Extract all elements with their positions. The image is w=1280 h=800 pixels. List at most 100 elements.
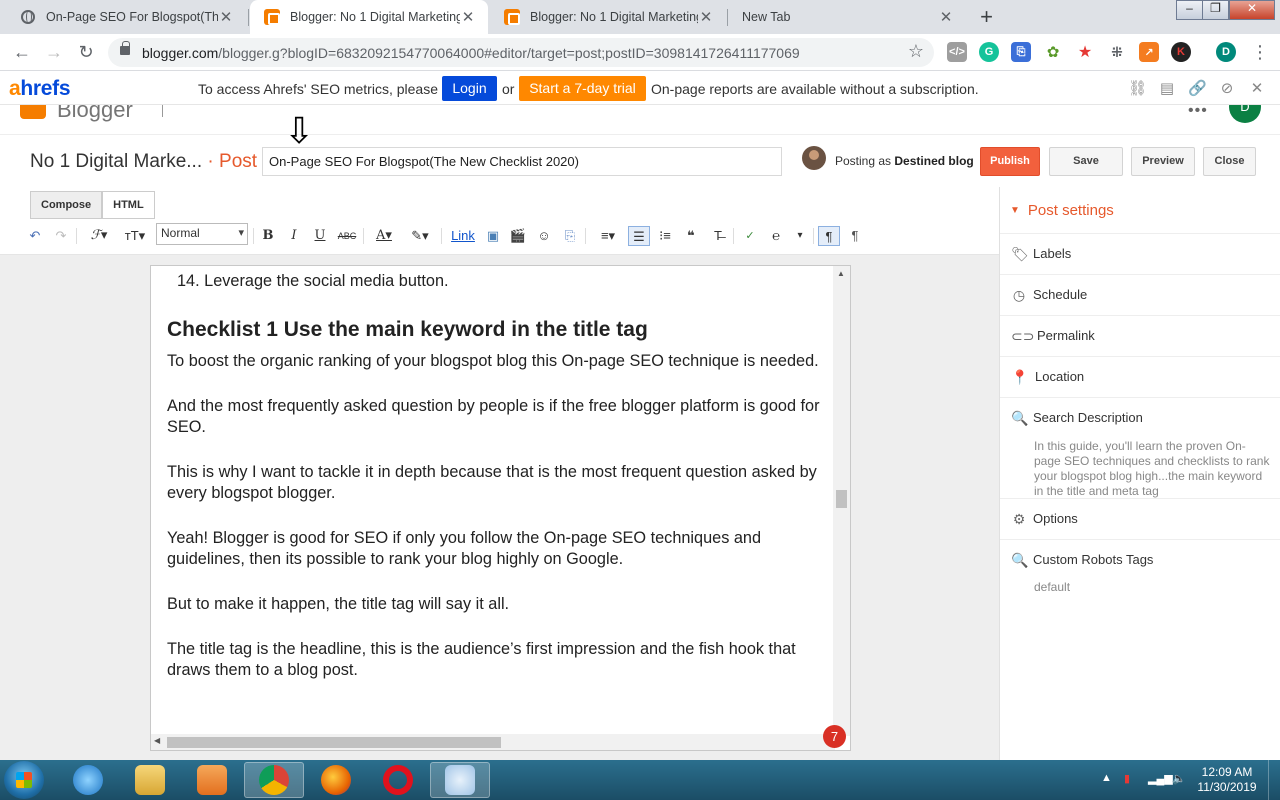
link-broken-icon[interactable]: ⛓ xyxy=(1128,80,1147,98)
account-avatar[interactable]: D xyxy=(1229,105,1261,123)
ahrefs-trial-button[interactable]: Start a 7-day trial xyxy=(519,76,646,101)
sidebar-item-options[interactable]: ⚙ Options xyxy=(1000,498,1280,539)
firefox-icon[interactable] xyxy=(306,762,366,798)
browser-tab-4[interactable]: New Tab ✕ xyxy=(728,0,966,34)
sidebar-item-search-description[interactable]: 🔍 Search Description In this guide, you'… xyxy=(1000,397,1280,498)
new-tab-plus-icon[interactable]: + xyxy=(974,5,999,30)
save-button[interactable]: Save xyxy=(1049,147,1123,176)
remove-formatting-icon[interactable]: T̶ xyxy=(708,226,728,246)
format-select[interactable]: Normal xyxy=(156,223,248,245)
close-icon[interactable]: ✕ xyxy=(1248,80,1266,98)
sidebar-item-location[interactable]: 📍 Location xyxy=(1000,356,1280,397)
quote-icon[interactable]: ❝ xyxy=(682,226,700,246)
grammarly-extension-icon[interactable]: G xyxy=(979,42,999,62)
input-tools-icon[interactable]: ℮ xyxy=(766,226,786,246)
star-extension-icon[interactable]: ★ xyxy=(1075,42,1095,62)
chart-extension-icon[interactable]: ↗ xyxy=(1139,42,1159,62)
underline-icon[interactable]: U xyxy=(312,226,328,246)
scroll-up-icon[interactable]: ▲ xyxy=(837,269,845,278)
bullet-list-icon[interactable]: ⁝≡ xyxy=(656,226,674,246)
undo-icon[interactable]: ↶ xyxy=(26,226,44,246)
ahrefs-login-button[interactable]: Login xyxy=(442,76,497,101)
italic-icon[interactable]: I xyxy=(286,226,302,246)
insert-video-icon[interactable]: 🎬 xyxy=(509,226,527,246)
text-color-icon[interactable]: A▾ xyxy=(370,226,398,246)
browser-tab-2-active[interactable]: Blogger: No 1 Digital Marketing ✕ xyxy=(250,0,488,34)
opera-icon[interactable] xyxy=(368,762,428,798)
extension-icon[interactable]: ⎘ xyxy=(1011,42,1031,62)
code-extension-icon[interactable]: </> xyxy=(947,42,967,62)
internet-explorer-icon[interactable] xyxy=(58,762,118,798)
system-clock[interactable]: 12:09 AM 11/30/2019 xyxy=(1196,765,1258,795)
horizontal-scrollbar[interactable]: ◀ ▶ xyxy=(151,734,835,750)
close-tab-icon[interactable]: ✕ xyxy=(218,8,234,26)
profile-avatar[interactable]: D xyxy=(1216,42,1236,62)
close-button[interactable]: Close xyxy=(1203,147,1256,176)
more-chevron-down-icon[interactable]: ▾ xyxy=(792,226,808,246)
tab-compose[interactable]: Compose xyxy=(30,191,103,219)
start-menu-icon[interactable] xyxy=(4,761,44,799)
post-settings-header[interactable]: ▼ Post settings xyxy=(1010,202,1114,219)
font-family-icon[interactable]: ℱ▾ xyxy=(84,226,114,246)
post-editor[interactable]: 14. Leverage the social media button. Ch… xyxy=(150,265,851,751)
page-report-icon[interactable]: ▤ xyxy=(1158,80,1176,98)
numbered-list-icon[interactable]: ☰ xyxy=(628,226,650,246)
insert-image-icon[interactable]: ▣ xyxy=(483,226,503,246)
minimize-window-icon[interactable]: – xyxy=(1176,0,1203,20)
blogger-logo-icon[interactable] xyxy=(20,105,46,119)
post-body[interactable]: 14. Leverage the social media button. Ch… xyxy=(167,266,827,681)
apps-grid-icon[interactable]: ••• xyxy=(1188,105,1208,120)
gear-extension-icon[interactable]: ✿ xyxy=(1043,42,1063,62)
close-window-icon[interactable]: ✕ xyxy=(1229,0,1275,20)
file-explorer-icon[interactable] xyxy=(120,762,180,798)
sidebar-item-custom-robots-tags[interactable]: 🔍 Custom Robots Tags default xyxy=(1000,539,1280,599)
reload-icon[interactable]: ↻ xyxy=(75,42,97,64)
browser-tab-1[interactable]: On-Page SEO For Blogspot(The N ✕ xyxy=(6,0,246,34)
post-title-input[interactable]: On-Page SEO For Blogspot(The New Checkli… xyxy=(262,147,782,176)
preview-button[interactable]: Preview xyxy=(1131,147,1195,176)
grid-extension-icon[interactable]: ⁜ xyxy=(1107,42,1127,62)
chrome-icon[interactable] xyxy=(244,762,304,798)
close-tab-icon[interactable]: ✕ xyxy=(938,8,954,26)
strikethrough-icon[interactable]: ABC xyxy=(336,226,358,246)
back-arrow-icon[interactable]: ← xyxy=(11,42,33,64)
horizontal-scroll-thumb[interactable] xyxy=(167,737,501,748)
k-extension-icon[interactable]: K xyxy=(1171,42,1191,62)
tray-app-icon[interactable]: ▮ xyxy=(1124,772,1130,785)
scroll-left-icon[interactable]: ◀ xyxy=(154,736,160,745)
sidebar-item-schedule[interactable]: ◷ Schedule xyxy=(1000,274,1280,315)
menu-dots-icon[interactable]: ⋮ xyxy=(1249,42,1271,64)
bookmark-star-icon[interactable]: ☆ xyxy=(908,41,924,62)
tab-html[interactable]: HTML xyxy=(102,191,155,219)
spellcheck-icon[interactable]: ✓ xyxy=(740,226,760,246)
align-icon[interactable]: ≡▾ xyxy=(593,226,623,246)
font-size-icon[interactable]: тT▾ xyxy=(120,226,150,246)
close-tab-icon[interactable]: ✕ xyxy=(460,8,476,26)
url-omnibox[interactable]: blogger.com/blogger.g?blogID=68320921547… xyxy=(108,38,934,67)
maximize-window-icon[interactable]: ❐ xyxy=(1202,0,1229,20)
volume-muted-icon[interactable]: 🔈 xyxy=(1172,772,1186,785)
media-player-icon[interactable] xyxy=(182,762,242,798)
jump-break-icon[interactable]: ⎘ xyxy=(561,226,579,246)
link-icon[interactable]: 🔗 xyxy=(1188,80,1207,98)
publish-button[interactable]: Publish xyxy=(980,147,1040,176)
rtl-direction-icon[interactable]: ¶ xyxy=(846,226,864,246)
network-signal-icon[interactable]: ▂▄▆ xyxy=(1148,772,1173,785)
highlight-color-icon[interactable]: ✎▾ xyxy=(406,226,434,246)
search-description-text[interactable]: In this guide, you'll learn the proven O… xyxy=(1034,439,1270,499)
browser-tab-3[interactable]: Blogger: No 1 Digital Marketing ✕ xyxy=(490,0,726,34)
blog-name-breadcrumb[interactable]: No 1 Digital Marke... · Post xyxy=(30,151,257,173)
vertical-scrollbar[interactable]: ▲ ▼ xyxy=(833,266,850,738)
paint-icon[interactable] xyxy=(430,762,490,798)
ltr-direction-icon[interactable]: ¶ xyxy=(818,226,840,246)
emoji-icon[interactable]: ☺ xyxy=(535,226,553,246)
forward-arrow-icon[interactable]: → xyxy=(43,42,65,64)
redo-icon[interactable]: ↷ xyxy=(52,226,70,246)
sidebar-item-permalink[interactable]: ⊂⊃ Permalink xyxy=(1000,315,1280,356)
grammarly-issue-badge[interactable]: 7 xyxy=(823,725,846,748)
show-desktop-button[interactable] xyxy=(1268,760,1280,800)
link-button[interactable]: Link xyxy=(450,226,476,246)
sidebar-item-labels[interactable]: 🏷 Labels xyxy=(1000,233,1280,274)
close-tab-icon[interactable]: ✕ xyxy=(698,8,714,26)
show-hidden-icons-icon[interactable]: ▲ xyxy=(1101,772,1112,784)
